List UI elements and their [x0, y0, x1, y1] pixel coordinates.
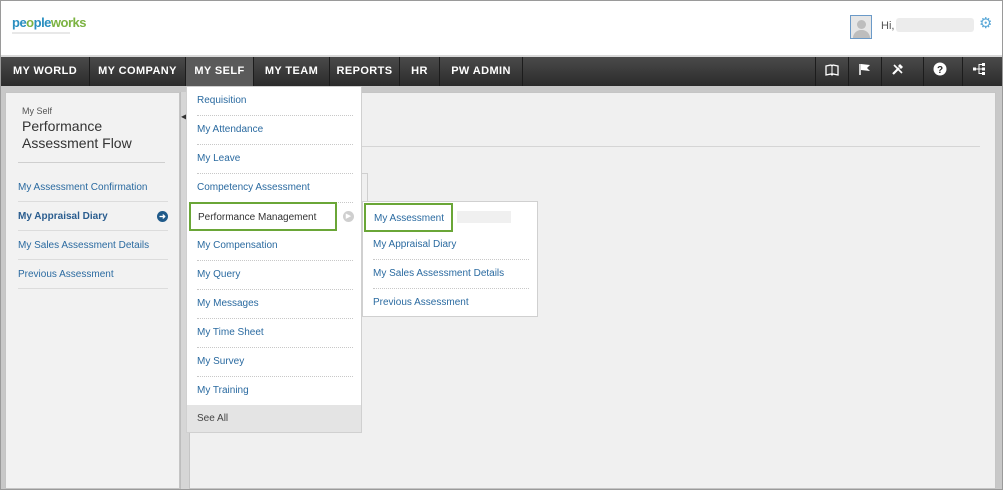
- logo-tagline: [12, 32, 70, 34]
- menu-item-see-all[interactable]: See All: [187, 405, 361, 432]
- sidebar-item-assessment-confirmation[interactable]: My Assessment Confirmation: [18, 173, 168, 202]
- sidebar-item-label: My Appraisal Diary: [18, 211, 108, 222]
- nav-reports[interactable]: REPORTS: [330, 57, 400, 86]
- nav-pw-admin[interactable]: PW ADMIN: [440, 57, 523, 86]
- peopleworks-logo[interactable]: peopleworks: [12, 15, 87, 30]
- menu-item-my-compensation[interactable]: My Compensation: [197, 232, 353, 261]
- sidebar-section: My Self: [22, 106, 53, 116]
- performance-management-submenu: My Assessment My Appraisal Diary My Sale…: [362, 201, 538, 317]
- menu-item-requisition[interactable]: Requisition: [197, 87, 353, 116]
- sidebar-title: Performance Assessment Flow: [22, 118, 132, 151]
- tools-icon[interactable]: [881, 57, 914, 86]
- menu-item-my-query[interactable]: My Query: [197, 261, 353, 290]
- submenu-item-my-sales-assessment-details[interactable]: My Sales Assessment Details: [373, 260, 529, 289]
- menu-item-my-survey[interactable]: My Survey: [197, 348, 353, 377]
- app-window: peopleworks Hi, ⚙ MY WORLD MY COMPANY MY…: [0, 0, 1003, 490]
- header: peopleworks Hi, ⚙: [1, 1, 1002, 55]
- gear-icon[interactable]: ⚙: [979, 14, 992, 32]
- nav-my-company[interactable]: MY COMPANY: [90, 57, 186, 86]
- book-icon[interactable]: [815, 57, 848, 86]
- sidebar-item-label: My Sales Assessment Details: [18, 240, 150, 251]
- svg-text:?: ?: [937, 65, 943, 76]
- nav-my-team[interactable]: MY TEAM: [254, 57, 330, 86]
- help-icon[interactable]: ?: [923, 57, 956, 86]
- nav-my-self[interactable]: MY SELF: [186, 57, 254, 86]
- submenu-item-my-assessment[interactable]: My Assessment: [364, 203, 453, 232]
- greeting-text: Hi,: [881, 20, 895, 32]
- sidebar-item-previous-assessment[interactable]: Previous Assessment: [18, 260, 168, 289]
- menu-item-my-leave[interactable]: My Leave: [197, 145, 353, 174]
- flag-icon[interactable]: [848, 57, 881, 86]
- main-nav: MY WORLD MY COMPANY MY SELF MY TEAM REPO…: [1, 55, 1002, 86]
- divider: [18, 162, 165, 163]
- redacted-area: [457, 211, 511, 223]
- sidebar-item-label: My Assessment Confirmation: [18, 182, 148, 193]
- submenu-item-previous-assessment[interactable]: Previous Assessment: [373, 289, 529, 318]
- divider: [360, 146, 980, 147]
- sidebar-item-sales-assessment-details[interactable]: My Sales Assessment Details: [18, 231, 168, 260]
- menu-item-my-attendance[interactable]: My Attendance: [197, 116, 353, 145]
- sidebar-item-label: Previous Assessment: [18, 269, 114, 280]
- menu-item-my-training[interactable]: My Training: [197, 377, 353, 406]
- sidebar: My Self Performance Assessment Flow My A…: [5, 92, 180, 489]
- arrow-right-icon: ➜: [157, 211, 168, 222]
- menu-item-my-time-sheet[interactable]: My Time Sheet: [197, 319, 353, 348]
- sidebar-item-appraisal-diary[interactable]: My Appraisal Diary ➜: [18, 202, 168, 231]
- sitemap-icon[interactable]: [962, 57, 995, 86]
- nav-my-world[interactable]: MY WORLD: [1, 57, 90, 86]
- menu-item-performance-management[interactable]: Performance Management: [189, 202, 337, 231]
- menu-item-my-messages[interactable]: My Messages: [197, 290, 353, 319]
- nav-hr[interactable]: HR: [400, 57, 440, 86]
- submenu-arrow-icon: ▶: [343, 211, 354, 222]
- my-self-dropdown-menu: Requisition My Attendance My Leave Compe…: [186, 86, 362, 433]
- user-name-redacted: [896, 18, 974, 32]
- menu-item-competency-assessment[interactable]: Competency Assessment: [197, 174, 353, 203]
- submenu-item-my-appraisal-diary[interactable]: My Appraisal Diary: [373, 231, 529, 260]
- user-avatar[interactable]: [850, 15, 872, 39]
